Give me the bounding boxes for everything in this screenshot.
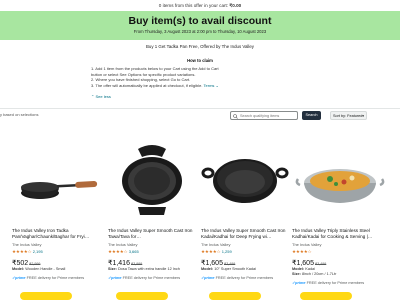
add-to-cart-button[interactable] [300,292,352,300]
star-rating-icon: ★★★★☆ [292,249,312,254]
product-title[interactable]: The Indus Valley Iron Tadka Pan/Vaghar/C… [12,228,100,241]
product-rating[interactable]: ★★★★☆ 1,259 [201,249,289,255]
promo-dates: From Thursday, 3 August 2023 at 2:00 pm … [133,29,267,34]
search-icon [233,113,238,119]
review-count[interactable]: 1,259 [222,249,232,254]
section-divider [0,108,400,109]
cart-offer-amount: ₹0.00 [229,3,242,8]
product-title[interactable]: The Indus Valley Triply Stainless Steel … [292,228,388,241]
product-card[interactable]: The Indus Valley Super Smooth Cast Iron … [201,135,289,280]
product-title[interactable]: The Indus Valley Super Smooth Cast Iron … [108,228,196,241]
star-rating-icon: ★★★★☆ [108,249,128,254]
sort-dropdown[interactable]: Sort by: Featured ▾ [330,111,367,120]
chevron-down-icon[interactable]: ⌄ [216,83,219,88]
add-to-cart-button[interactable] [116,292,168,300]
product-rating[interactable]: ★★★★☆ 2,195 [12,249,100,255]
terms-link[interactable]: Terms [204,83,215,88]
product-brand: The Indus Valley [108,242,138,247]
search-button[interactable]: Search [302,111,321,120]
prime-logo-icon: ✓prime [12,276,26,280]
promo-banner: Buy item(s) to avail discount From Thurs… [0,11,400,40]
prime-logo-icon: ✓prime [201,276,215,280]
product-price: ₹502₹2,999 [12,260,41,267]
product-rating[interactable]: ★★★★☆ 3,665 [108,249,196,255]
product-title[interactable]: The Indus Valley Super Smooth Cast Iron … [201,228,289,241]
prime-delivery: ✓prime FREE delivery for Prime members [12,276,85,280]
product-rating[interactable]: ★★★★☆ [292,249,388,255]
search-box[interactable] [230,111,298,120]
product-brand: The Indus Valley [12,242,42,247]
add-to-cart-button[interactable] [20,292,72,300]
product-image-dosa-tawa[interactable] [108,135,196,225]
see-less-link[interactable]: ⌃ See less [91,94,111,99]
add-to-cart-button[interactable] [209,292,261,300]
product-brand: The Indus Valley [292,242,322,247]
cart-offer-text: 0 items from this offer in your cart: [158,3,229,8]
how-to-claim-heading: How to claim [187,58,213,63]
chevron-up-icon: ⌃ [91,94,95,99]
prime-delivery: ✓prime FREE delivery for Prime members [201,276,274,280]
product-variant: Size: Dosa Tawa with extra handle 12 Inc… [108,267,180,271]
cart-offer-status: 0 items from this offer in your cart: ₹0… [0,0,400,11]
product-card[interactable]: The Indus Valley Super Smooth Cast Iron … [108,135,196,280]
prime-delivery: ✓prime FREE delivery for Prime members [292,281,365,285]
prime-logo-icon: ✓prime [108,276,122,280]
product-variant: Model: 10" Super Smooth Kadai [201,267,256,271]
product-card[interactable]: The Indus Valley Iron Tadka Pan/Vaghar/C… [12,135,100,280]
promo-title: Buy item(s) to avail discount [128,15,272,27]
chevron-down-icon: ▾ [362,114,364,118]
based-on-selections: y based on selections [0,112,39,117]
offer-description: Buy 1 Get Tadka Pan Free, Offered by The… [145,44,255,49]
product-image-iron-kadai[interactable] [201,135,289,225]
claim-steps: 1. Add 1 item from the products below to… [91,66,311,88]
review-count[interactable]: 2,195 [33,249,43,254]
product-variant: Model: Wooden Handle - Small [12,267,66,271]
product-brand: The Indus Valley [201,242,231,247]
product-price: ₹1,605₹3,499 [292,260,327,267]
star-rating-icon: ★★★★☆ [201,249,221,254]
prime-logo-icon: ✓prime [292,281,306,285]
star-rating-icon: ★★★★☆ [12,249,32,254]
product-price: ₹1,605₹3,499 [201,260,236,267]
review-count[interactable]: 3,665 [129,249,139,254]
product-image-tadka-pan[interactable] [12,135,100,225]
search-input[interactable] [240,112,297,120]
product-image-steel-kadhai[interactable] [292,135,388,225]
product-size: Size: 8inch / 20cm / 1.7Ltr [292,272,337,276]
product-card[interactable]: The Indus Valley Triply Stainless Steel … [292,135,388,285]
prime-delivery: ✓prime FREE delivery for Prime members [108,276,181,280]
step-line: 3. The offer will automatically be appli… [91,82,219,88]
product-price: ₹1,416₹3,999 [108,260,143,267]
